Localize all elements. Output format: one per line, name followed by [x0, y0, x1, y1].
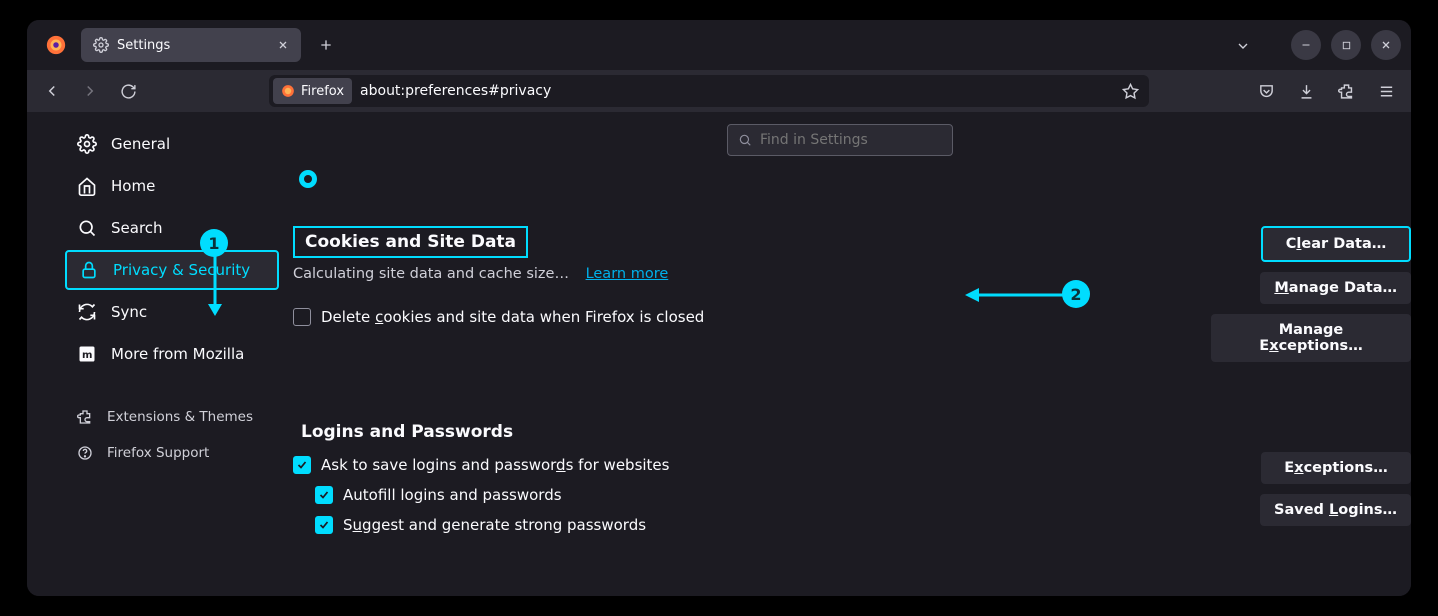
sidebar-item-label: Sync	[111, 303, 147, 321]
sidebar-footer-support[interactable]: Firefox Support	[65, 436, 279, 470]
checkbox-icon[interactable]	[293, 308, 311, 326]
settings-content: General Home Search Privacy & Security S…	[27, 112, 1411, 596]
sidebar-item-label: Search	[111, 219, 163, 237]
sidebar-item-label: Extensions & Themes	[107, 409, 253, 425]
learn-more-link[interactable]: Learn more	[586, 266, 669, 282]
checkbox-label: Autofill logins and passwords	[343, 486, 562, 504]
cookies-section: Cookies and Site Data Calculating site d…	[293, 226, 1411, 362]
annotation-badge-1: 1	[200, 229, 228, 257]
sidebar-item-home[interactable]: Home	[65, 166, 279, 206]
annotation-badge-2: 2	[1062, 280, 1090, 308]
nav-toolbar: Firefox about:preferences#privacy	[27, 70, 1411, 112]
sidebar-item-label: Firefox Support	[107, 445, 209, 461]
clipped-row	[293, 170, 1411, 188]
ask-save-logins-checkbox[interactable]: Ask to save logins and passwords for web…	[293, 456, 1211, 474]
minimize-button[interactable]	[1291, 30, 1321, 60]
clear-data-button[interactable]: Clear Data…	[1261, 226, 1411, 262]
extensions-icon[interactable]	[1329, 74, 1363, 108]
sidebar-item-general[interactable]: General	[65, 124, 279, 164]
find-in-settings[interactable]	[727, 124, 953, 156]
app-menu-icon[interactable]	[1369, 74, 1403, 108]
reload-button[interactable]	[111, 74, 145, 108]
sidebar-item-more-mozilla[interactable]: m More from Mozilla	[65, 334, 279, 374]
settings-main: Cookies and Site Data Calculating site d…	[287, 112, 1411, 596]
tabs-dropdown-icon[interactable]	[1235, 38, 1251, 54]
tab-settings[interactable]: Settings	[81, 28, 301, 62]
clipped-label	[327, 170, 657, 188]
new-tab-button[interactable]	[311, 30, 341, 60]
checkbox-icon[interactable]	[315, 516, 333, 534]
gear-icon	[93, 37, 109, 53]
tab-strip: Settings	[27, 20, 1411, 70]
checkbox-label: Delete cookies and site data when Firefo…	[321, 308, 704, 326]
browser-window: Settings Firefox about:preferences#priva	[27, 20, 1411, 596]
firefox-logo-icon	[37, 34, 75, 56]
sidebar-item-label: Home	[111, 177, 155, 195]
url-bar[interactable]: Firefox about:preferences#privacy	[269, 75, 1149, 107]
sidebar-item-label: General	[111, 135, 170, 153]
annotation-arrow-1	[205, 256, 225, 318]
delete-cookies-on-close-checkbox[interactable]: Delete cookies and site data when Firefo…	[293, 308, 1211, 326]
sidebar-item-label: More from Mozilla	[111, 345, 244, 363]
settings-sidebar: General Home Search Privacy & Security S…	[27, 112, 287, 596]
url-text: about:preferences#privacy	[360, 83, 551, 99]
cookies-heading: Cookies and Site Data	[305, 232, 516, 252]
maximize-button[interactable]	[1331, 30, 1361, 60]
sidebar-item-label: Privacy & Security	[113, 261, 250, 279]
annotation-arrow-2	[965, 286, 1065, 304]
suggest-passwords-checkbox[interactable]: Suggest and generate strong passwords	[293, 516, 1211, 534]
url-identity-box[interactable]: Firefox	[273, 78, 352, 104]
close-window-button[interactable]	[1371, 30, 1401, 60]
logins-section: Logins and Passwords Ask to save logins …	[293, 422, 1411, 546]
cookies-heading-highlight: Cookies and Site Data	[293, 226, 528, 258]
sidebar-item-sync[interactable]: Sync	[65, 292, 279, 332]
sidebar-footer-extensions[interactable]: Extensions & Themes	[65, 400, 279, 434]
back-button[interactable]	[35, 74, 69, 108]
sidebar-item-privacy[interactable]: Privacy & Security	[65, 250, 279, 290]
checkbox-label: Ask to save logins and passwords for web…	[321, 456, 669, 474]
checkbox-icon[interactable]	[315, 486, 333, 504]
close-tab-icon[interactable]	[277, 39, 289, 51]
svg-text:m: m	[82, 350, 92, 361]
manage-data-button[interactable]: Manage Data…	[1260, 272, 1411, 304]
autofill-logins-checkbox[interactable]: Autofill logins and passwords	[293, 486, 1211, 504]
tab-title: Settings	[117, 38, 170, 53]
url-identity-label: Firefox	[301, 84, 344, 99]
manage-exceptions-button[interactable]: Manage Exceptions…	[1211, 314, 1411, 362]
logins-exceptions-button[interactable]: Exceptions…	[1261, 452, 1411, 484]
checkbox-icon[interactable]	[293, 456, 311, 474]
pocket-icon[interactable]	[1249, 74, 1283, 108]
search-input[interactable]	[760, 132, 942, 148]
saved-logins-button[interactable]: Saved Logins…	[1260, 494, 1411, 526]
sidebar-item-search[interactable]: Search	[65, 208, 279, 248]
downloads-icon[interactable]	[1289, 74, 1323, 108]
checkbox-label: Suggest and generate strong passwords	[343, 516, 646, 534]
radio-selected-icon[interactable]	[299, 170, 317, 188]
bookmark-star-icon[interactable]	[1122, 83, 1139, 100]
forward-button[interactable]	[73, 74, 107, 108]
logins-heading: Logins and Passwords	[293, 422, 1211, 442]
window-controls	[1291, 30, 1401, 60]
